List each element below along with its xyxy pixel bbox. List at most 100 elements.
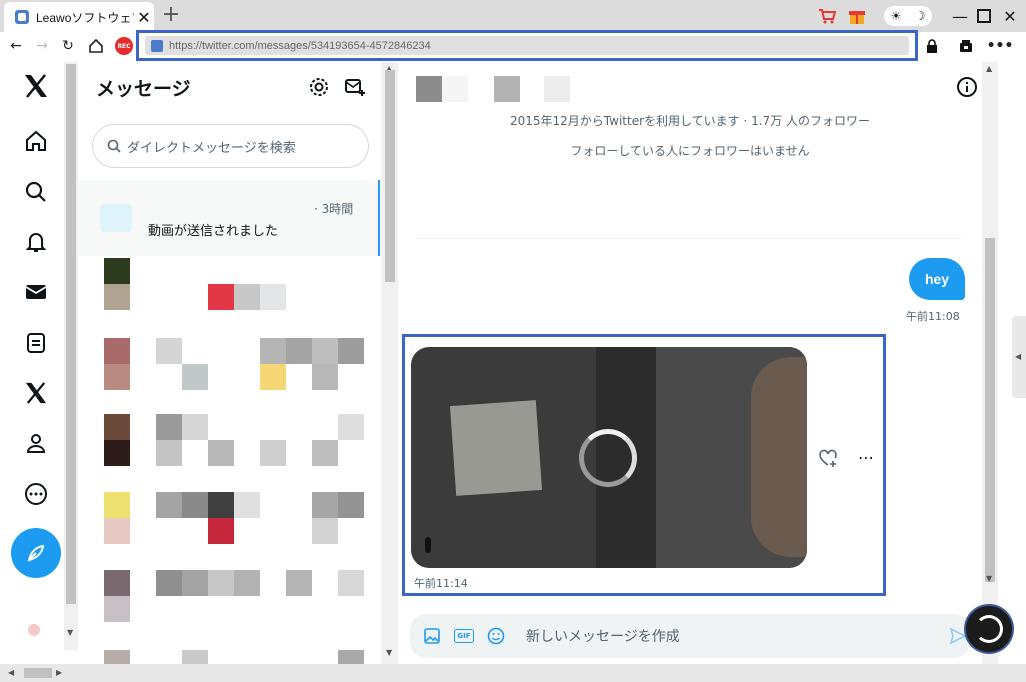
theme-toggle[interactable]: ☀ ☽ [884, 6, 932, 26]
record-button[interactable]: REC [115, 37, 133, 55]
conversation-item[interactable] [78, 338, 380, 414]
maximize-icon[interactable] [972, 4, 996, 28]
scroll-right-arrow-icon[interactable]: ▶ [56, 668, 62, 677]
pixelated-block [208, 440, 234, 466]
search-nav-icon[interactable] [22, 178, 50, 206]
pixelated-block [260, 338, 286, 364]
scrollbar-thumb[interactable] [385, 70, 395, 282]
profile-icon[interactable] [22, 429, 50, 457]
lists-icon[interactable] [22, 329, 50, 357]
notifications-bell-icon[interactable] [22, 228, 50, 256]
messages-scrollbar[interactable]: ▲ ▼ [382, 62, 398, 664]
pixelated-block [286, 570, 312, 596]
minimize-icon[interactable]: — [948, 4, 972, 28]
loading-overlay-button[interactable] [964, 604, 1014, 654]
outgoing-message-bubble[interactable]: hey [909, 258, 965, 300]
conversation-item[interactable] [78, 492, 380, 568]
pixelated-block [182, 492, 208, 518]
scroll-up-arrow-icon[interactable]: ▲ [986, 64, 992, 73]
gif-icon[interactable]: GIF [454, 626, 474, 646]
pixelated-avatar [104, 440, 130, 466]
add-reaction-heart-icon[interactable] [818, 448, 838, 468]
pixelated-block [260, 284, 286, 310]
pixelated-block [338, 414, 364, 440]
tab-close-icon[interactable]: ✕ [134, 8, 154, 27]
pixelated-block [312, 518, 338, 544]
conversation-item[interactable] [78, 646, 380, 664]
x-logo-icon[interactable] [22, 72, 50, 100]
premium-x-icon[interactable] [22, 379, 50, 407]
conversation-scrollbar[interactable]: ▲ ▼ [982, 62, 998, 664]
pixelated-block [234, 570, 260, 596]
back-icon[interactable]: ← [6, 36, 26, 56]
loading-ring-icon [975, 615, 1003, 643]
gift-icon[interactable] [846, 4, 868, 28]
video-message[interactable] [411, 347, 807, 568]
conversation-time: · 3時間 [314, 202, 354, 216]
scroll-down-arrow-icon[interactable]: ▼ [67, 628, 73, 637]
cart-icon[interactable] [816, 4, 838, 28]
chevron-left-icon: ◀ [1015, 352, 1022, 361]
left-nav [0, 62, 72, 664]
message-more-icon[interactable]: ⋯ [856, 448, 876, 468]
message-composer[interactable]: GIF 新しいメッセージを作成 [410, 614, 970, 658]
side-panel-toggle[interactable]: ◀ [1012, 316, 1026, 398]
pixelated-header-block [544, 76, 570, 102]
address-bar[interactable]: https://twitter.com/messages/534193654-4… [145, 36, 909, 55]
scroll-left-arrow-icon[interactable]: ◀ [8, 668, 14, 677]
incoming-media-time: 午前11:14 [414, 577, 468, 590]
more-circle-icon[interactable] [22, 480, 50, 508]
sun-icon: ☀ [890, 9, 902, 23]
conversation-item[interactable] [78, 258, 380, 334]
info-icon[interactable] [956, 76, 978, 98]
close-window-icon[interactable]: ✕ [998, 4, 1022, 28]
gif-label: GIF [454, 629, 474, 643]
image-icon[interactable] [422, 626, 442, 646]
feather-icon [27, 544, 45, 562]
horizontal-scrollbar-thumb[interactable] [24, 668, 52, 678]
pixelated-block [312, 492, 338, 518]
new-message-icon[interactable] [344, 76, 366, 98]
pixelated-block [208, 492, 234, 518]
scrollbar-thumb[interactable] [985, 238, 995, 582]
left-nav-scrollbar[interactable]: ▼ [64, 62, 78, 650]
account-avatar[interactable] [28, 624, 40, 636]
conversation-item-active[interactable]: · 3時間 動画が送信されました [78, 180, 380, 256]
compose-post-button[interactable] [11, 528, 61, 578]
more-menu-icon[interactable]: ••• [987, 36, 1014, 56]
dm-search-input[interactable]: ダイレクトメッセージを検索 [92, 124, 369, 168]
pixelated-block [208, 570, 234, 596]
pixelated-block [156, 338, 182, 364]
url-text: https://twitter.com/messages/534193654-4… [169, 39, 431, 52]
conversation-item[interactable] [78, 570, 380, 646]
pixelated-block [338, 570, 364, 596]
pixelated-avatar [104, 338, 130, 364]
new-tab-icon[interactable]: + [160, 4, 182, 26]
scroll-down-arrow-icon[interactable]: ▼ [986, 574, 992, 583]
download-icon[interactable] [956, 36, 976, 56]
pixelated-avatar [104, 258, 130, 284]
conversation-item[interactable] [78, 414, 380, 490]
home-nav-icon[interactable] [22, 127, 50, 155]
pixelated-avatar [104, 414, 130, 440]
pixelated-avatar [104, 364, 130, 390]
home-icon[interactable] [86, 36, 106, 56]
browser-tab[interactable]: Leawoソフトウェア / ✕ [4, 2, 154, 32]
scroll-down-arrow-icon[interactable]: ▼ [386, 648, 392, 657]
reload-icon[interactable]: ↻ [58, 36, 78, 56]
pixelated-block [208, 518, 234, 544]
pixelated-block [338, 650, 364, 664]
messages-envelope-icon[interactable] [22, 278, 50, 306]
site-favicon-icon [151, 39, 163, 52]
search-placeholder: ダイレクトメッセージを検索 [127, 140, 296, 156]
lock-icon[interactable] [922, 36, 942, 56]
settings-gear-icon[interactable] [308, 76, 330, 98]
video-frame-detail [425, 537, 431, 553]
emoji-icon[interactable] [486, 626, 506, 646]
composer-placeholder: 新しいメッセージを作成 [526, 629, 680, 645]
scrollbar-thumb[interactable] [66, 64, 76, 604]
tab-title: Leawoソフトウェア / [36, 10, 134, 25]
pixelated-block [260, 440, 286, 466]
forward-icon[interactable]: → [32, 36, 52, 56]
divider [416, 238, 962, 239]
